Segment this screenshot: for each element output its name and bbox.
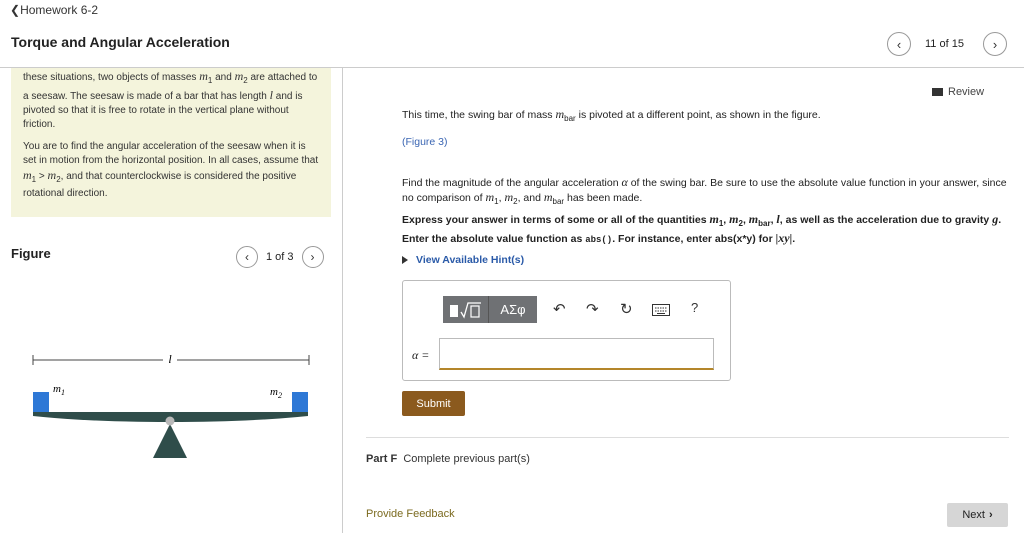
templates-button[interactable]: [443, 296, 489, 323]
item-position: 11 of 15: [925, 38, 964, 50]
answer-instructions: Express your answer in terms of some or …: [402, 212, 1002, 246]
answer-input[interactable]: [439, 338, 714, 370]
view-hints-toggle[interactable]: View Available Hint(s): [402, 254, 524, 266]
chevron-right-icon: ›: [988, 509, 993, 521]
prev-item-button[interactable]: ‹: [887, 32, 911, 56]
problem-statement: This time, the swing bar of mass mbar is…: [402, 107, 821, 124]
column-divider: [342, 68, 343, 533]
mass-2-block: [292, 392, 308, 412]
next-item-button[interactable]: ›: [983, 32, 1007, 56]
keyboard-icon[interactable]: [652, 304, 670, 316]
intro-paragraph-2: You are to find the angular acceleration…: [23, 141, 319, 199]
page-title: Torque and Angular Acceleration: [11, 34, 230, 50]
figure-pager: ‹ 1 of 3 ›: [236, 246, 324, 268]
book-icon: [932, 88, 943, 96]
chevron-right-icon: ›: [310, 250, 315, 264]
review-label: Review: [948, 86, 985, 98]
mass-1-label: m1: [53, 383, 65, 397]
mass-2-label: m2: [270, 386, 282, 400]
undo-icon[interactable]: ↶: [553, 300, 566, 318]
mass-1-block: [33, 392, 49, 412]
part-label: Part F: [366, 453, 398, 465]
figure-heading: Figure: [11, 246, 51, 261]
reset-icon[interactable]: ↻: [620, 300, 633, 318]
chevron-right-icon: ›: [992, 36, 998, 52]
pivot-triangle: [153, 424, 187, 458]
pivot-point: [165, 416, 175, 426]
figure-link[interactable]: (Figure 3): [402, 135, 448, 149]
breadcrumb-back-link[interactable]: ❮Homework 6-2: [10, 3, 98, 17]
part-divider: [366, 437, 1009, 438]
part-status: Complete previous part(s): [403, 453, 530, 465]
provide-feedback-link[interactable]: Provide Feedback: [366, 508, 455, 520]
redo-icon[interactable]: ↷: [586, 300, 599, 318]
chevron-left-icon: ‹: [245, 250, 249, 264]
figure-page-count: 1 of 3: [266, 251, 294, 263]
next-button[interactable]: Next ›: [947, 503, 1008, 527]
help-button[interactable]: ?: [691, 300, 698, 315]
breadcrumb-label: Homework 6-2: [20, 3, 99, 17]
question-text: Find the magnitude of the angular accele…: [402, 175, 1007, 207]
templates-icon: [449, 301, 481, 319]
intro-panel: these situations, two objects of masses …: [11, 68, 331, 217]
part-f-row: Part F Complete previous part(s): [366, 453, 530, 465]
submit-button[interactable]: Submit: [402, 391, 465, 416]
hint-label: View Available Hint(s): [416, 254, 525, 266]
next-label: Next: [962, 509, 985, 521]
answer-variable-label: α =: [412, 348, 430, 362]
symbols-button[interactable]: ΑΣφ: [489, 296, 537, 323]
length-dimension: l: [32, 352, 310, 366]
caret-right-icon: [402, 256, 408, 264]
figure-prev-button[interactable]: ‹: [236, 246, 258, 268]
figure-next-button[interactable]: ›: [301, 246, 324, 268]
chevron-left-icon: ‹: [896, 36, 902, 52]
math-toolbar: ΑΣφ: [443, 296, 537, 323]
seesaw-figure: l m1 m2: [32, 352, 310, 458]
chevron-left-icon: ❮: [10, 3, 21, 17]
review-link[interactable]: Review: [932, 86, 984, 98]
intro-paragraph-1: these situations, two objects of masses …: [23, 69, 318, 130]
